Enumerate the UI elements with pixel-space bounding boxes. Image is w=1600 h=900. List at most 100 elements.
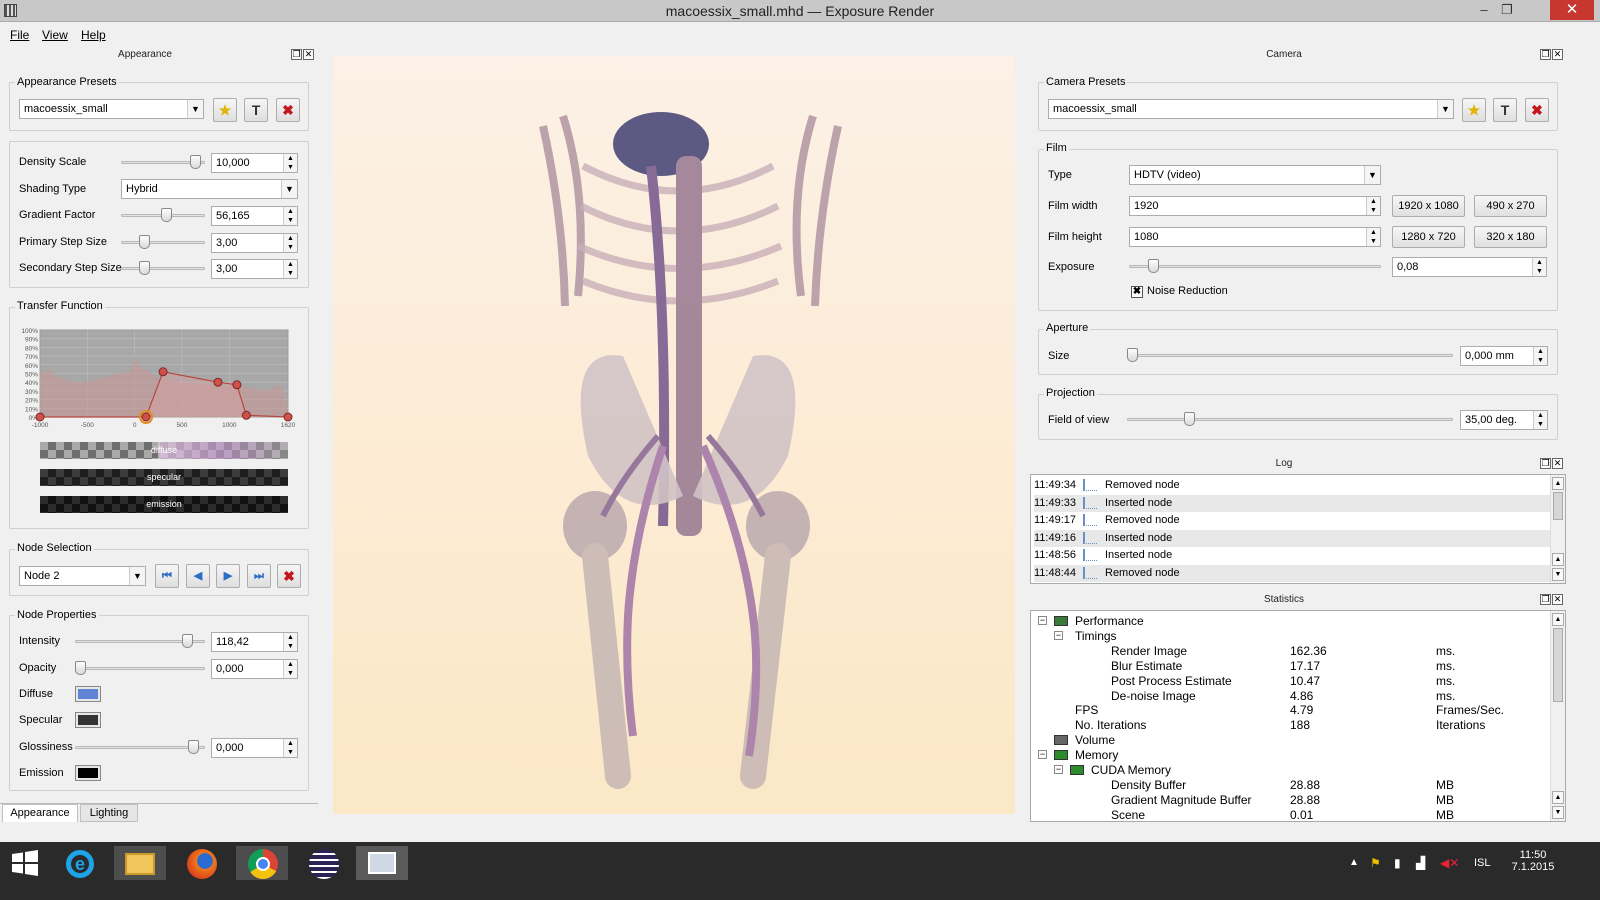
emission-gradient-bar[interactable]: emission: [40, 496, 288, 513]
scroll-thumb[interactable]: [1553, 492, 1563, 520]
log-row[interactable]: 11:48:56 Inserted node: [1034, 547, 1550, 564]
statistics-row[interactable]: − Memory: [1032, 748, 1548, 763]
statistics-row[interactable]: Density Buffer 28.88 MB: [1032, 778, 1548, 793]
gradient-factor-spinbox[interactable]: 56,165 ▲ ▼: [211, 206, 298, 226]
scroll-thumb[interactable]: [1553, 628, 1563, 702]
save-preset-button[interactable]: ★: [213, 98, 237, 122]
spin-arrows-icon[interactable]: ▲ ▼: [283, 633, 297, 651]
slider-thumb[interactable]: [139, 235, 150, 249]
slider-thumb[interactable]: [190, 155, 201, 169]
log-row[interactable]: 11:49:34 Removed node: [1034, 477, 1550, 494]
slider-thumb[interactable]: [161, 208, 172, 222]
exposure-spinbox[interactable]: 0,08 ▲ ▼: [1392, 257, 1547, 277]
statistics-row[interactable]: No. Iterations 188 Iterations: [1032, 718, 1548, 733]
float-icon[interactable]: ❐: [1540, 594, 1551, 605]
menu-help[interactable]: Help: [81, 28, 106, 42]
primary-step-slider[interactable]: [121, 234, 205, 250]
noise-reduction-checkbox[interactable]: ✖: [1131, 286, 1143, 298]
tf-node[interactable]: [283, 412, 293, 422]
aperture-size-slider[interactable]: [1127, 347, 1453, 363]
specular-color-button[interactable]: [75, 712, 101, 728]
previous-node-button[interactable]: ◀: [186, 564, 210, 588]
density-scale-slider[interactable]: [121, 154, 205, 170]
render-viewport[interactable]: [333, 56, 1015, 814]
log-row[interactable]: 11:49:17 Removed node: [1034, 512, 1550, 529]
spin-arrows-icon[interactable]: ▲ ▼: [283, 260, 297, 278]
statistics-row[interactable]: Render Image 162.36 ms.: [1032, 644, 1548, 659]
menu-file[interactable]: File: [10, 28, 29, 42]
show-hidden-icons-icon[interactable]: ▲: [1349, 857, 1359, 868]
statistics-row[interactable]: − CUDA Memory: [1032, 763, 1548, 778]
delete-node-button[interactable]: ✖: [277, 564, 301, 588]
collapse-icon[interactable]: −: [1054, 765, 1063, 774]
tf-node[interactable]: [241, 410, 251, 420]
slider-thumb[interactable]: [182, 634, 193, 648]
field-of-view-spinbox[interactable]: 35,00 deg. ▲ ▼: [1460, 410, 1548, 430]
spin-arrows-icon[interactable]: ▲ ▼: [1532, 258, 1546, 276]
float-icon[interactable]: ❐: [291, 49, 302, 60]
slider-thumb[interactable]: [1148, 259, 1159, 273]
log-scrollbar[interactable]: ▲ ▲ ▼: [1550, 475, 1565, 583]
emission-color-button[interactable]: [75, 765, 101, 781]
spin-arrows-icon[interactable]: ▲ ▼: [283, 234, 297, 252]
file-explorer-icon[interactable]: [114, 846, 166, 880]
scroll-up-icon[interactable]: ▲: [1552, 613, 1564, 626]
internet-explorer-icon[interactable]: e: [54, 846, 106, 880]
film-height-spinbox[interactable]: 1080 ▲ ▼: [1129, 227, 1381, 247]
scroll-up-icon[interactable]: ▲: [1552, 477, 1564, 490]
slider-thumb[interactable]: [1184, 412, 1195, 426]
node-combo[interactable]: Node 2 ▼: [19, 566, 146, 586]
save-camera-preset-button[interactable]: ★: [1462, 98, 1486, 122]
start-button[interactable]: [10, 848, 40, 878]
slider-thumb[interactable]: [1127, 348, 1138, 362]
tab-lighting[interactable]: Lighting: [80, 804, 138, 822]
language-indicator[interactable]: ISL: [1474, 857, 1491, 869]
scroll-up-icon[interactable]: ▲: [1552, 553, 1564, 566]
tf-node[interactable]: [158, 367, 168, 377]
scroll-up-icon[interactable]: ▲: [1552, 791, 1564, 804]
tab-appearance[interactable]: Appearance: [2, 804, 78, 822]
tf-node[interactable]: [35, 412, 45, 422]
exposure-slider[interactable]: [1129, 258, 1381, 274]
tf-node[interactable]: [232, 380, 242, 390]
opacity-spinbox[interactable]: 0,000 ▲ ▼: [211, 659, 298, 679]
field-of-view-slider[interactable]: [1127, 411, 1453, 427]
close-button[interactable]: ✕: [1550, 0, 1594, 20]
restore-button[interactable]: ❐: [1493, 0, 1521, 20]
camera-preset-combo[interactable]: macoessix_small ▼: [1048, 99, 1454, 119]
statistics-row[interactable]: − Timings: [1032, 629, 1548, 644]
collapse-icon[interactable]: −: [1038, 750, 1047, 760]
close-icon[interactable]: ✕: [1552, 458, 1563, 469]
collapse-icon[interactable]: −: [1038, 616, 1047, 625]
statistics-row[interactable]: Gradient Magnitude Buffer 28.88 MB: [1032, 793, 1548, 808]
secondary-step-spinbox[interactable]: 3,00 ▲ ▼: [211, 259, 298, 279]
slider-thumb[interactable]: [75, 661, 86, 675]
shading-type-combo[interactable]: Hybrid ▼: [121, 179, 298, 199]
tf-node[interactable]: [141, 412, 151, 422]
close-icon[interactable]: ✕: [1552, 49, 1563, 60]
spin-arrows-icon[interactable]: ▲ ▼: [1366, 228, 1380, 246]
preset-320x180-button[interactable]: 320 x 180: [1474, 226, 1547, 248]
float-icon[interactable]: ❐: [1540, 49, 1551, 60]
delete-preset-button[interactable]: ✖: [276, 98, 300, 122]
slider-thumb[interactable]: [139, 261, 150, 275]
spin-arrows-icon[interactable]: ▲ ▼: [283, 660, 297, 678]
diffuse-gradient-bar[interactable]: diffuse: [40, 442, 288, 459]
battery-icon[interactable]: ▮: [1394, 856, 1401, 870]
close-icon[interactable]: ✕: [303, 49, 314, 60]
preset-1280x720-button[interactable]: 1280 x 720: [1392, 226, 1465, 248]
statistics-row[interactable]: − Performance: [1032, 614, 1548, 629]
transfer-function-editor[interactable]: 100%90%80%70%60%50%40%30%20%10%0%-1000 -5…: [12, 322, 306, 434]
spin-arrows-icon[interactable]: ▲ ▼: [1533, 411, 1547, 429]
log-row[interactable]: 11:48:44 Removed node: [1034, 565, 1550, 582]
film-width-spinbox[interactable]: 1920 ▲ ▼: [1129, 196, 1381, 216]
spin-arrows-icon[interactable]: ▲ ▼: [283, 207, 297, 225]
firefox-icon[interactable]: [175, 846, 227, 880]
glossiness-slider[interactable]: [75, 739, 205, 755]
spin-arrows-icon[interactable]: ▲ ▼: [1533, 347, 1547, 365]
eclipse-icon[interactable]: [297, 846, 349, 880]
volume-muted-icon[interactable]: ◀✕: [1440, 856, 1459, 870]
diffuse-color-button[interactable]: [75, 686, 101, 702]
network-icon[interactable]: ▟: [1416, 856, 1425, 870]
specular-gradient-bar[interactable]: specular: [40, 469, 288, 486]
